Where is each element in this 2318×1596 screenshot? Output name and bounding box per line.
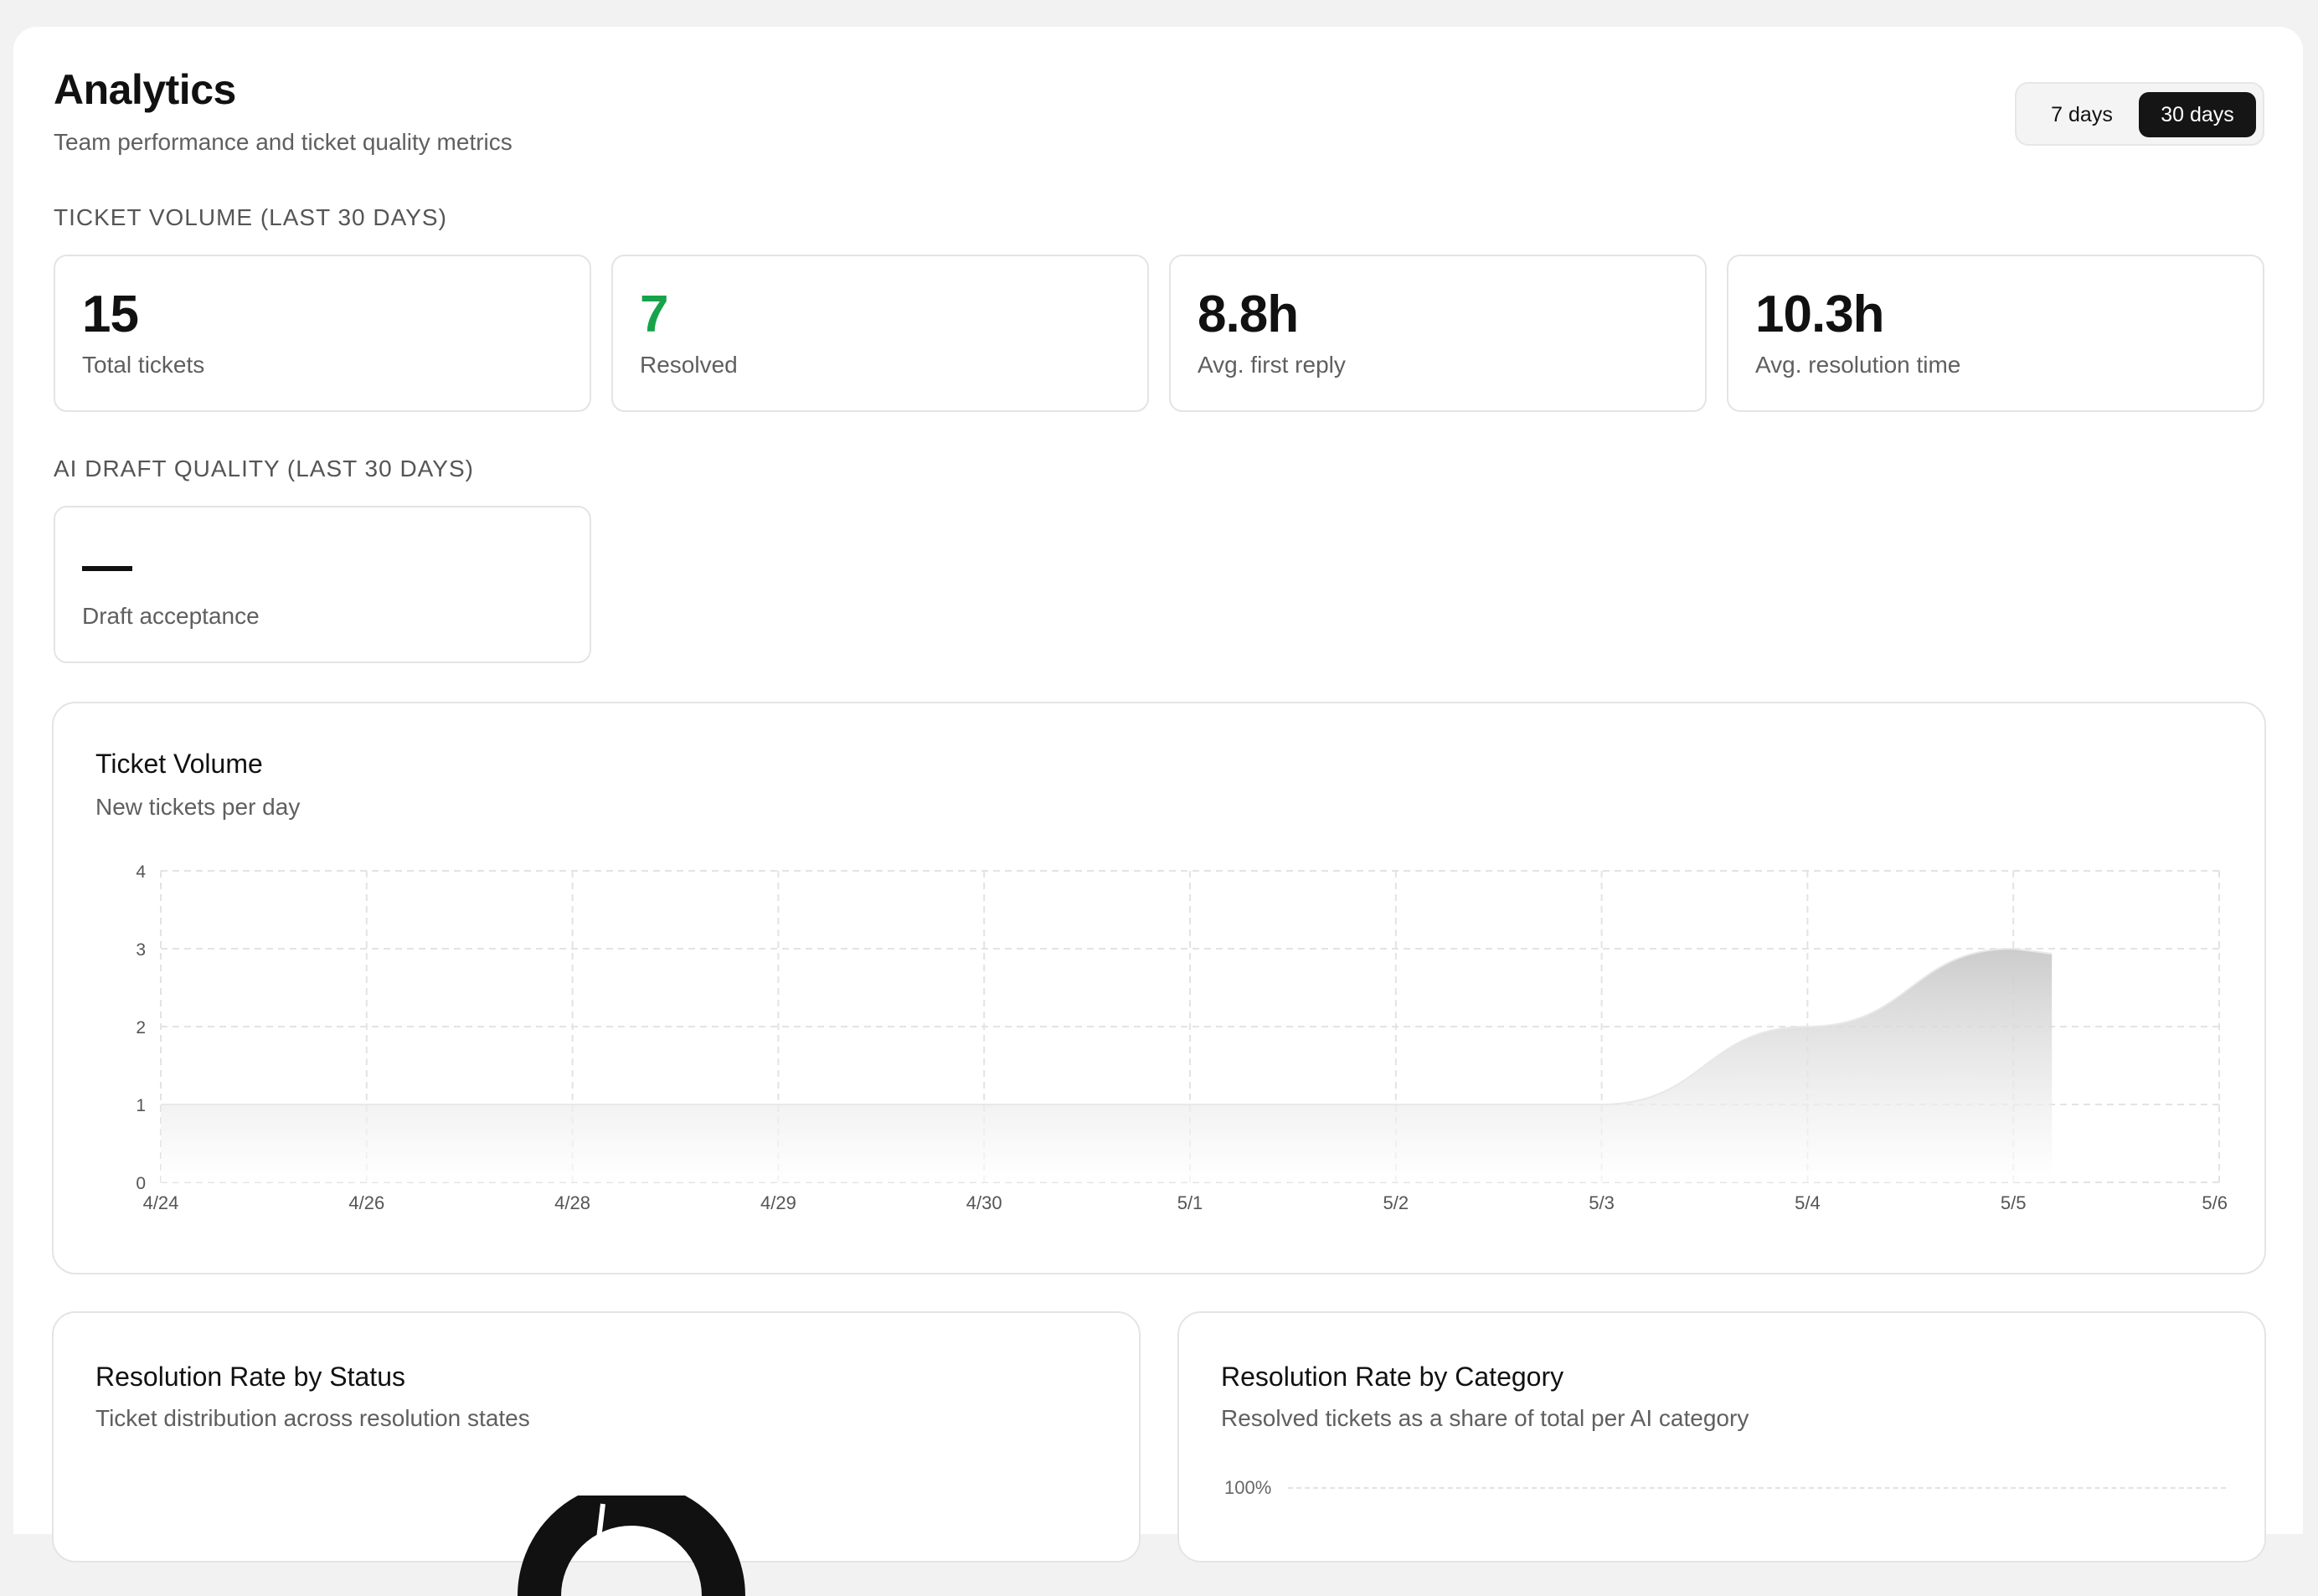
category-card: Resolution Rate by Category Resolved tic… xyxy=(1177,1311,2266,1563)
x-tick-label: 4/28 xyxy=(554,1192,590,1213)
metric-card-total-tickets: 15 Total tickets xyxy=(54,255,591,412)
card-title: Ticket Volume xyxy=(95,749,263,779)
y-tick-label: 2 xyxy=(136,1018,146,1037)
date-range-toggle: 7 days 30 days xyxy=(2015,82,2264,146)
range-30-days-button[interactable]: 30 days xyxy=(2139,92,2256,137)
card-title: Resolution Rate by Category xyxy=(1221,1362,1564,1392)
metric-label: Resolved xyxy=(640,352,738,378)
metric-label: Avg. first reply xyxy=(1198,352,1346,378)
donut-segment xyxy=(518,1496,745,1596)
metric-label: Draft acceptance xyxy=(82,603,260,629)
x-tick-label: 5/1 xyxy=(1177,1192,1203,1213)
metric-label: Avg. resolution time xyxy=(1755,352,1961,378)
ai-quality-section-label: AI DRAFT QUALITY (LAST 30 DAYS) xyxy=(54,456,474,481)
x-tick-label: 4/29 xyxy=(760,1192,796,1213)
x-tick-label: 5/2 xyxy=(1383,1192,1409,1213)
metric-value: 15 xyxy=(82,286,139,343)
card-title: Resolution Rate by Status xyxy=(95,1362,405,1392)
x-tick-label: 5/5 xyxy=(2001,1192,2027,1213)
x-tick-label: 5/3 xyxy=(1589,1192,1615,1213)
ticket-volume-section-label: TICKET VOLUME (LAST 30 DAYS) xyxy=(54,204,447,230)
metric-value: 8.8h xyxy=(1198,286,1299,343)
range-7-days-button[interactable]: 7 days xyxy=(2025,92,2139,137)
x-tick-label: 4/24 xyxy=(143,1192,179,1213)
status-donut-chart xyxy=(518,1496,745,1596)
area-fill xyxy=(161,949,2053,1182)
ticket-volume-chart: 0 1 2 3 4 4/24 4/26 4/28 4/29 4/30 5/1 5/2 5/3 5/4 5/5… xyxy=(136,862,2228,1213)
y-tick-label: 1 xyxy=(136,1096,146,1115)
x-tick-label: 5/4 xyxy=(1795,1192,1821,1213)
gridline xyxy=(1288,1487,2226,1489)
card-subtitle: New tickets per day xyxy=(95,794,301,820)
x-tick-label: 4/30 xyxy=(966,1192,1002,1213)
metric-label: Total tickets xyxy=(82,352,205,378)
y-tick-label: 0 xyxy=(136,1174,146,1193)
metric-value: 10.3h xyxy=(1755,286,1885,343)
page-subtitle: Team performance and ticket quality metr… xyxy=(54,129,513,155)
card-subtitle: Resolved tickets as a share of total per… xyxy=(1221,1405,1749,1431)
metric-card-avg-first-reply: 8.8h Avg. first reply xyxy=(1169,255,1707,412)
x-tick-label: 4/26 xyxy=(348,1192,384,1213)
status-card: Resolution Rate by Status Ticket distrib… xyxy=(52,1311,1141,1596)
y-tick-label: 4 xyxy=(136,862,146,882)
metric-value: 7 xyxy=(640,286,668,343)
page-title: Analytics xyxy=(54,66,236,113)
y-tick-label: 3 xyxy=(136,940,146,960)
card-subtitle: Ticket distribution across resolution st… xyxy=(95,1405,530,1431)
axis-tick-label: 100% xyxy=(1224,1477,1272,1498)
metric-card-resolved: 7 Resolved xyxy=(611,255,1149,412)
metric-card-avg-resolution-time: 10.3h Avg. resolution time xyxy=(1727,255,2264,412)
x-tick-label: 5/6 xyxy=(2202,1192,2228,1213)
metric-card-draft-acceptance: Draft acceptance xyxy=(54,506,591,663)
empty-value-dash xyxy=(82,566,132,571)
